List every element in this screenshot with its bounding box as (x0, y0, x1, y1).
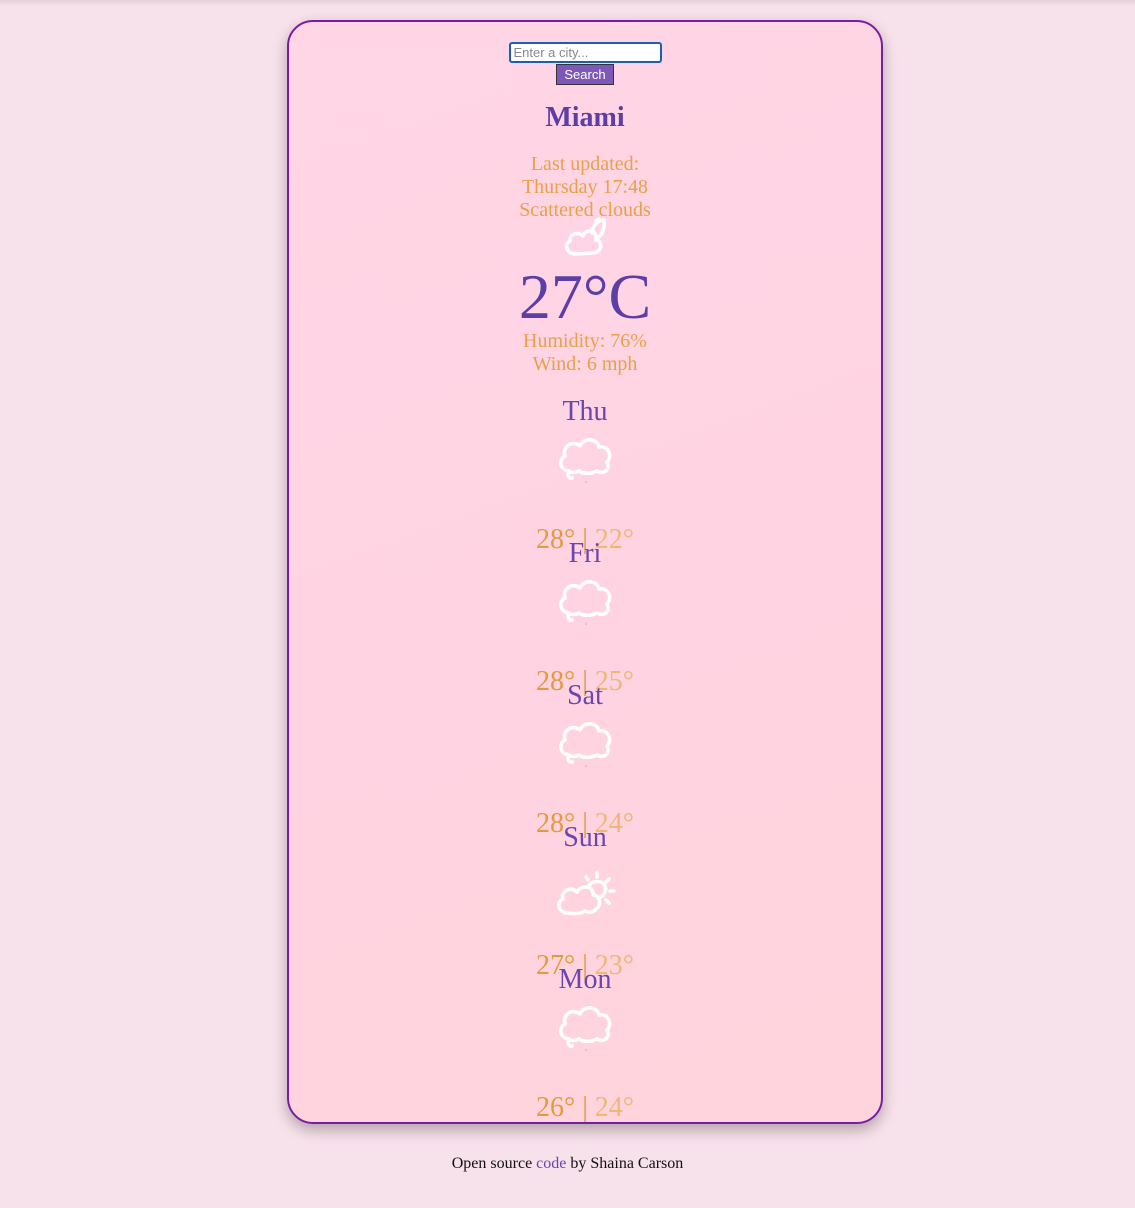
search-button[interactable]: Search (556, 64, 614, 85)
cloud-icon (559, 1005, 612, 1051)
forecast-day-mon: Mon (558, 964, 612, 995)
cloud-icon (559, 721, 612, 767)
forecast-icon-wrap (289, 997, 881, 1051)
wind: Wind: 6 mph (532, 353, 638, 375)
forecast-separator: | (582, 1092, 588, 1123)
city-search-input[interactable] (508, 42, 662, 63)
cloud-icon (559, 437, 612, 483)
forecast-max: 26° (535, 1092, 576, 1123)
current-icon-wrap (289, 208, 881, 260)
cloud-icon (559, 579, 612, 625)
scattered-clouds-icon (564, 217, 607, 256)
footer-prefix: Open source (451, 1155, 533, 1172)
weather-card: Search Miami Last updated: Thursday 17:4… (287, 20, 883, 1124)
forecast-day-sat: Sat (567, 680, 603, 711)
current-temperature: 27°C (518, 261, 652, 332)
search-form: Search (289, 42, 881, 85)
forecast-temps-mon: 26° | 24° (289, 1092, 881, 1124)
city-name: Miami (545, 102, 625, 133)
forecast-icon-wrap (289, 855, 881, 917)
forecast-min: 24° (594, 1092, 634, 1123)
footer-suffix: by Shaina Carson (570, 1155, 684, 1172)
forecast-icon-wrap (289, 429, 881, 483)
partly-sunny-icon (557, 871, 616, 916)
source-code-link[interactable]: code (536, 1155, 566, 1172)
forecast-day-fri: Fri (568, 538, 602, 569)
humidity: Humidity: 76% (523, 330, 647, 352)
top-shadow (0, 0, 1135, 6)
forecast-icon-wrap (289, 713, 881, 767)
forecast-day-thu: Thu (562, 396, 608, 427)
last-updated-value: Thursday 17:48 (521, 176, 649, 198)
forecast-icon-wrap (289, 571, 881, 625)
last-updated-label: Last updated: (530, 153, 640, 175)
footer: Open source code by Shaina Carson (0, 1155, 1135, 1173)
forecast-day-sun: Sun (563, 822, 607, 853)
